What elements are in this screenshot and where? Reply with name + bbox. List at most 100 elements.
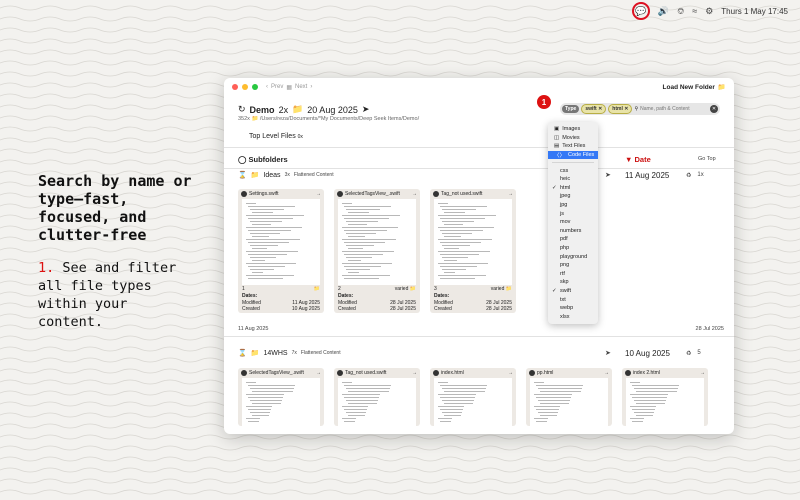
- dropdown-extension-item[interactable]: playground: [548, 252, 598, 261]
- go-top-button[interactable]: Go Top: [698, 156, 716, 162]
- minimize-window-button[interactable]: [242, 84, 248, 90]
- date-sort-button[interactable]: ▼ Date: [625, 155, 651, 164]
- top-level-files[interactable]: Top Level Files 0x: [249, 133, 303, 140]
- arrow-right-icon[interactable]: →: [604, 370, 609, 376]
- audio-icon[interactable]: 🔊: [658, 6, 669, 17]
- forward-circle-icon[interactable]: ➤: [605, 349, 611, 357]
- divider: [224, 147, 734, 148]
- group-header-ideas[interactable]: ⌛ 📁 Ideas 3x Flattened Content: [238, 171, 334, 180]
- group-header-14whs[interactable]: ⌛ 📁 14WHS 7x Flattened Content: [238, 349, 341, 358]
- dropdown-extension-item[interactable]: js: [548, 209, 598, 218]
- dropdown-extension-item[interactable]: txt: [548, 295, 598, 304]
- close-window-button[interactable]: [232, 84, 238, 90]
- forward-circle-icon[interactable]: ➤: [362, 104, 370, 115]
- dropdown-extension-item[interactable]: css: [548, 166, 598, 175]
- dropdown-category-item[interactable]: 〈〉 Code Files: [548, 150, 598, 160]
- file-preview[interactable]: [242, 378, 320, 426]
- arrow-right-icon[interactable]: →: [412, 370, 417, 376]
- category-label: Text Files: [562, 143, 586, 150]
- search-input[interactable]: [640, 106, 708, 112]
- search-bar[interactable]: Type swift ✕ html ✕ ⚲ ✕: [560, 103, 720, 115]
- forward-circle-icon[interactable]: ➤: [605, 171, 611, 179]
- file-preview[interactable]: [242, 199, 320, 285]
- timeline: 11 Aug 2025 28 Jul 2025: [238, 326, 724, 332]
- group-tool-count[interactable]: 1x: [697, 172, 703, 179]
- arrow-right-icon[interactable]: →: [508, 191, 513, 197]
- refresh-icon[interactable]: ↻: [238, 104, 246, 115]
- dropdown-extension-item[interactable]: heic: [548, 175, 598, 184]
- file-preview[interactable]: [338, 199, 416, 285]
- chevron-right-icon[interactable]: ›: [310, 84, 312, 90]
- file-preview[interactable]: [434, 199, 512, 285]
- clear-search-icon[interactable]: ✕: [710, 105, 718, 113]
- dropdown-extension-item[interactable]: ✓ swift: [548, 287, 598, 296]
- menu-clock[interactable]: Thurs 1 May 17:45: [721, 7, 788, 16]
- card-dates: Dates: Modified 11 Aug 2025 Created 10 Aug 2…: [238, 293, 324, 313]
- zoom-window-button[interactable]: [252, 84, 258, 90]
- dropdown-extension-item[interactable]: skp: [548, 278, 598, 287]
- dropdown-extension-item[interactable]: ✓ html: [548, 184, 598, 193]
- extension-label: png: [560, 262, 570, 269]
- next-button[interactable]: Next: [295, 84, 307, 90]
- type-filter-chip[interactable]: Type: [562, 105, 580, 113]
- dropdown-category-item[interactable]: ▤ Text Files: [548, 142, 598, 151]
- tag-chip-html[interactable]: html ✕: [608, 104, 633, 114]
- dropdown-extension-item[interactable]: php: [548, 244, 598, 253]
- file-card[interactable]: pp.html →: [526, 368, 612, 426]
- file-preview[interactable]: [338, 378, 416, 426]
- file-card[interactable]: index.html →: [430, 368, 516, 426]
- file-card[interactable]: SelectedTagsView_.swift → 2 varied 📁 Dates: M…: [334, 189, 420, 313]
- tag-chip-label: swift: [585, 106, 597, 112]
- dropdown-extension-item[interactable]: xlsx: [548, 312, 598, 321]
- dropdown-extension-item[interactable]: pdf: [548, 235, 598, 244]
- prev-button[interactable]: Prev: [271, 84, 283, 90]
- card-header: index 2.html →: [622, 368, 708, 378]
- card-header: Tag_not used.swift →: [334, 368, 420, 378]
- dropdown-extension-item[interactable]: numbers: [548, 227, 598, 236]
- arrow-right-icon[interactable]: →: [700, 370, 705, 376]
- file-card[interactable]: Tag_not used.swift →: [334, 368, 420, 426]
- dropdown-extension-item[interactable]: webp: [548, 304, 598, 313]
- subfolders-heading: ◯ Subfolders: [238, 155, 288, 164]
- file-preview[interactable]: [626, 378, 704, 426]
- folder-icon: 📁: [717, 84, 726, 91]
- dropdown-extension-item[interactable]: png: [548, 261, 598, 270]
- arrow-right-icon[interactable]: →: [412, 191, 417, 197]
- dropdown-extension-item[interactable]: jpeg: [548, 192, 598, 201]
- folder-title: Demo: [249, 104, 275, 115]
- dropdown-category-item[interactable]: ◫ Movies: [548, 134, 598, 143]
- load-folder-button[interactable]: Load New Folder 📁: [663, 83, 726, 92]
- arrow-right-icon[interactable]: →: [316, 191, 321, 197]
- folder-icon: 📁: [313, 286, 320, 292]
- file-card[interactable]: Settings.swift → 1 📁 Dates: Modified 11 Aug 2…: [238, 189, 324, 313]
- app-chat-icon[interactable]: 💬: [631, 2, 650, 20]
- trash-icon[interactable]: ♻: [686, 172, 691, 179]
- card-status: varied: [394, 286, 409, 292]
- extension-label: mov: [560, 219, 571, 226]
- grid-icon[interactable]: ▦: [286, 84, 292, 91]
- trash-icon[interactable]: ♻: [686, 350, 691, 357]
- subfolders-label: Subfolders: [248, 155, 288, 164]
- file-preview[interactable]: [530, 378, 608, 426]
- doc-text-icon: ▤: [554, 143, 560, 150]
- file-card[interactable]: SelectedTagsView_.swift →: [238, 368, 324, 426]
- extension-label: rtf: [560, 270, 565, 277]
- created-date: 10 Aug 2025: [291, 306, 320, 312]
- folder-small-icon: 📁: [292, 104, 304, 114]
- file-card[interactable]: index 2.html →: [622, 368, 708, 426]
- dropdown-category-item[interactable]: ▣ Images: [548, 125, 598, 134]
- control-center-icon[interactable]: ⚙: [705, 6, 713, 17]
- group-tool-count[interactable]: 5: [697, 350, 700, 357]
- chevron-left-icon[interactable]: ‹: [266, 84, 268, 90]
- dropdown-extension-item[interactable]: mov: [548, 218, 598, 227]
- file-preview[interactable]: [434, 378, 512, 426]
- dropdown-extension-item[interactable]: jpg: [548, 201, 598, 210]
- arrow-right-icon[interactable]: →: [508, 370, 513, 376]
- wifi-icon[interactable]: ≈: [692, 6, 697, 16]
- arrow-right-icon[interactable]: →: [316, 370, 321, 376]
- tag-chip-swift[interactable]: swift ✕: [581, 104, 607, 114]
- dropdown-extension-item[interactable]: rtf: [548, 270, 598, 279]
- type-filter-dropdown: ▣ Images ◫ Movies ▤ Text Files 〈〉 Code Files cs…: [548, 122, 598, 324]
- file-card[interactable]: Tag_not used.swift → 3 varied 📁 Dates: Modifi…: [430, 189, 516, 313]
- glasses-icon[interactable]: ⎊: [677, 6, 684, 17]
